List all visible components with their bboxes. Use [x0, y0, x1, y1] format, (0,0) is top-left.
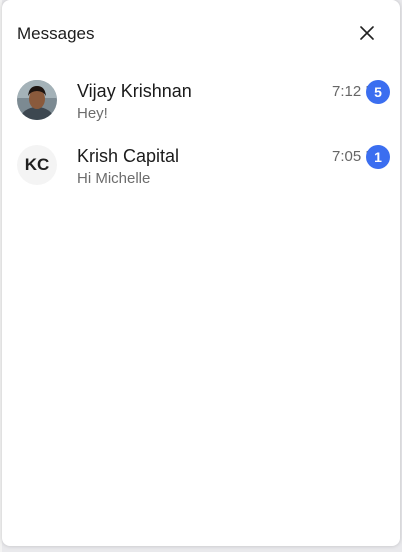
- unread-badge: 1: [366, 145, 390, 169]
- conversation-name: Krish Capital: [77, 146, 180, 166]
- conversation-item[interactable]: Vijay Krishnan Hey! 7:12 PM 5: [2, 70, 400, 134]
- unread-badge: 5: [366, 80, 390, 104]
- conversation-name: Vijay Krishnan: [77, 81, 192, 101]
- panel-title: Messages: [17, 24, 95, 43]
- message-preview: Hey!: [77, 105, 108, 122]
- close-icon: [360, 26, 374, 40]
- conversation-item[interactable]: KC Krish Capital Hi Michelle 7:05 PM 1: [2, 135, 400, 199]
- messages-header: Messages: [2, 0, 400, 64]
- message-preview: Hi Michelle: [77, 170, 151, 187]
- messages-panel: Messages Vijay Krishnan Hey! 7:12 PM 5 K…: [2, 0, 400, 546]
- close-button[interactable]: [356, 22, 378, 44]
- avatar: KC: [17, 145, 57, 185]
- avatar: [17, 80, 57, 120]
